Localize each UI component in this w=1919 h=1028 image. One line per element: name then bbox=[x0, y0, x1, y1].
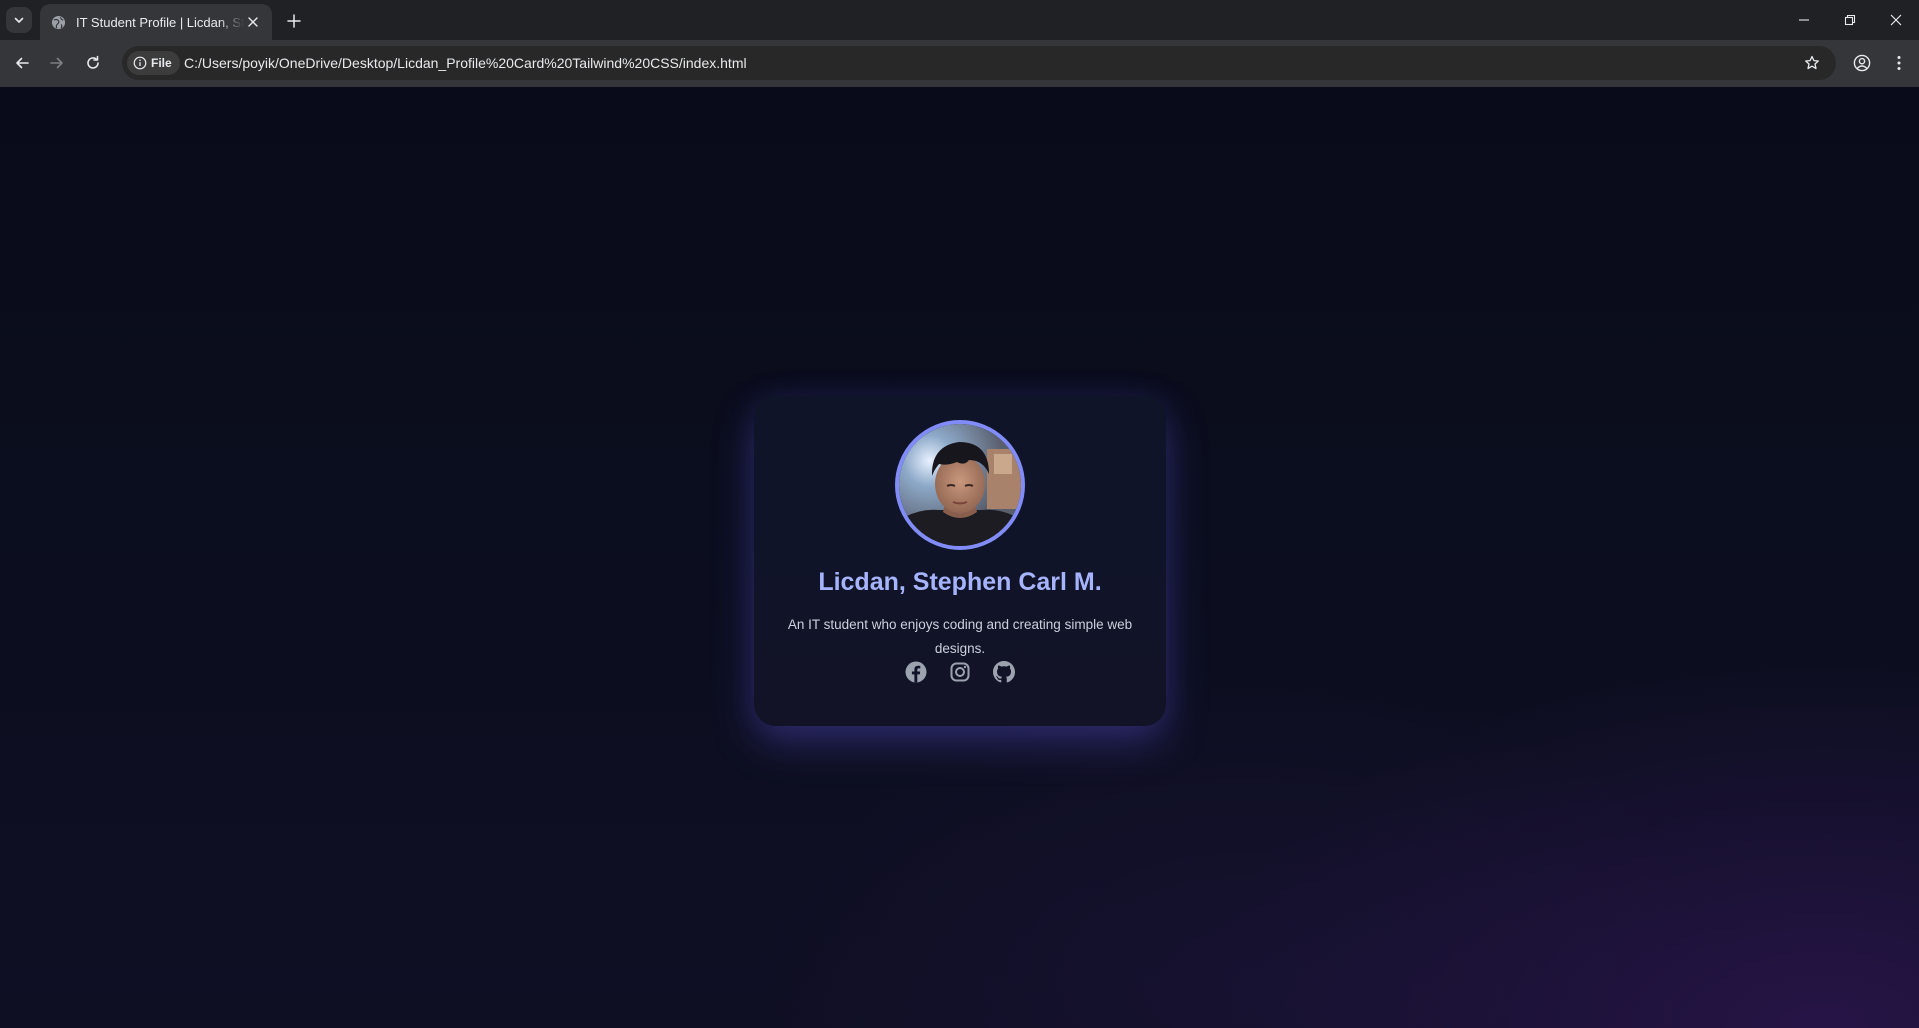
globe-icon bbox=[50, 14, 66, 30]
instagram-icon bbox=[950, 662, 970, 682]
close-window-button[interactable] bbox=[1873, 0, 1919, 40]
tab-close-button[interactable] bbox=[244, 13, 262, 31]
site-info-chip[interactable]: File bbox=[127, 51, 180, 75]
tab-title: IT Student Profile | Licdan, Stephen Car… bbox=[76, 14, 244, 30]
plus-icon bbox=[287, 14, 301, 28]
browser-toolbar: File C:/Users/poyik/OneDrive/Desktop/Lic… bbox=[0, 40, 1919, 87]
facebook-link[interactable] bbox=[905, 661, 927, 683]
restore-button[interactable] bbox=[1827, 0, 1873, 40]
url-text[interactable]: C:/Users/poyik/OneDrive/Desktop/Licdan_P… bbox=[184, 55, 747, 71]
back-arrow-icon bbox=[16, 57, 29, 69]
social-links bbox=[754, 661, 1166, 683]
new-tab-button[interactable] bbox=[281, 8, 307, 34]
address-bar[interactable]: File C:/Users/poyik/OneDrive/Desktop/Lic… bbox=[122, 46, 1836, 80]
github-link[interactable] bbox=[993, 661, 1015, 683]
profile-button[interactable] bbox=[1851, 52, 1873, 74]
close-icon bbox=[1890, 14, 1902, 26]
profile-card: Licdan, Stephen Carl M. An IT student wh… bbox=[754, 396, 1166, 726]
profile-photo bbox=[899, 424, 1021, 546]
info-icon bbox=[133, 56, 147, 70]
facebook-icon bbox=[905, 661, 927, 683]
page-viewport: Licdan, Stephen Carl M. An IT student wh… bbox=[0, 87, 1919, 1028]
instagram-link[interactable] bbox=[949, 661, 971, 683]
reload-button[interactable] bbox=[78, 48, 108, 78]
forward-arrow-icon bbox=[50, 57, 63, 69]
menu-button[interactable] bbox=[1888, 52, 1910, 74]
site-chip-label: File bbox=[151, 56, 172, 70]
minimize-icon bbox=[1799, 19, 1809, 21]
tab-strip: IT Student Profile | Licdan, Stephen Car… bbox=[0, 0, 1919, 40]
bookmark-button[interactable] bbox=[1802, 53, 1822, 73]
profile-icon bbox=[1853, 54, 1871, 72]
chevron-down-icon bbox=[14, 17, 24, 23]
forward-button[interactable] bbox=[42, 48, 72, 78]
reload-icon bbox=[87, 55, 99, 69]
restore-icon bbox=[1844, 14, 1856, 26]
minimize-button[interactable] bbox=[1781, 0, 1827, 40]
close-icon bbox=[248, 17, 258, 27]
github-icon bbox=[993, 661, 1015, 683]
profile-bio: An IT student who enjoys coding and crea… bbox=[787, 617, 1133, 656]
tab-list-button[interactable] bbox=[6, 7, 32, 33]
kebab-menu-icon bbox=[1897, 56, 1901, 70]
back-button[interactable] bbox=[7, 48, 37, 78]
star-icon bbox=[1805, 55, 1819, 70]
active-tab[interactable]: IT Student Profile | Licdan, Stephen Car… bbox=[40, 4, 272, 40]
profile-name: Licdan, Stephen Carl M. bbox=[818, 568, 1102, 596]
avatar bbox=[895, 420, 1025, 550]
